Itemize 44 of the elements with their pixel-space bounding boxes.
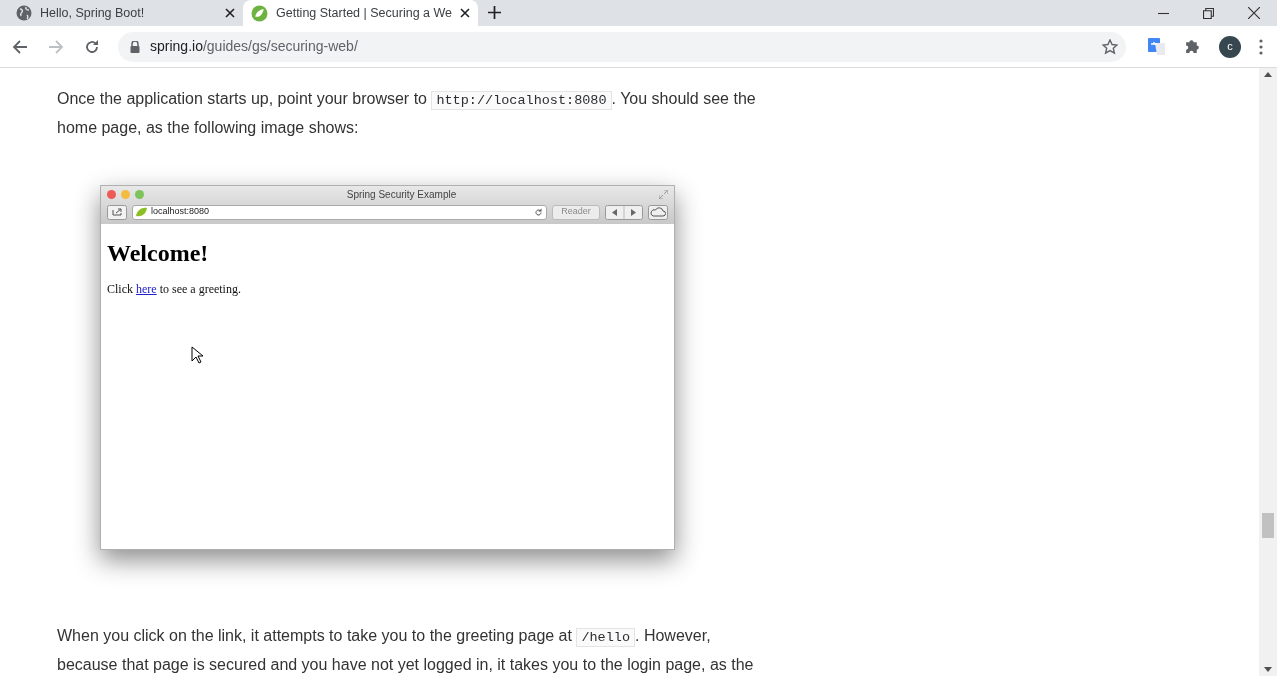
paragraph-text: home page, as the following image shows: bbox=[57, 119, 359, 136]
translate-icon[interactable] bbox=[1148, 37, 1166, 56]
greeting-text: Click bbox=[107, 282, 134, 296]
back-forward-icon[interactable] bbox=[605, 204, 643, 220]
close-icon[interactable] bbox=[225, 8, 235, 18]
paragraph-text: . You should see the bbox=[611, 90, 756, 107]
scroll-down-icon[interactable] bbox=[1264, 667, 1272, 672]
cloud-icon[interactable] bbox=[648, 204, 668, 220]
back-icon[interactable] bbox=[12, 38, 28, 55]
cursor-icon bbox=[191, 346, 203, 364]
restore-icon[interactable] bbox=[1203, 7, 1214, 19]
close-window-icon[interactable] bbox=[1248, 7, 1260, 19]
browser-tab[interactable]: Getting Started | Securing a We bbox=[243, 0, 478, 26]
inline-code: /hello bbox=[576, 628, 635, 647]
scroll-thumb[interactable] bbox=[1262, 513, 1274, 538]
paragraph-text: because that page is secured and you have not yet logged in, it takes you to the login page, as the bbox=[57, 656, 754, 673]
paragraph-text: Once the application starts up, point your browser to bbox=[57, 90, 428, 107]
address-bar[interactable]: spring.io/guides/gs/securing-web/ bbox=[118, 31, 1126, 62]
globe-icon bbox=[16, 5, 32, 21]
star-icon[interactable] bbox=[1102, 38, 1118, 55]
inline-code: http://localhost:8080 bbox=[431, 91, 612, 110]
greeting-text: to see a greeting. bbox=[158, 282, 241, 296]
url-text: spring.io/guides/gs/securing-web/ bbox=[150, 37, 359, 56]
close-icon[interactable] bbox=[460, 8, 470, 18]
new-tab-icon[interactable] bbox=[488, 6, 501, 19]
reload-icon[interactable] bbox=[534, 207, 543, 217]
paragraph-text: . However, bbox=[635, 627, 711, 644]
reload-icon[interactable] bbox=[84, 38, 100, 55]
paragraph-text: When you click on the link, it attempts to take you to the greeting page at bbox=[57, 627, 573, 644]
share-icon[interactable] bbox=[107, 204, 127, 220]
leaf-icon bbox=[136, 207, 147, 217]
puzzle-icon[interactable] bbox=[1184, 38, 1201, 55]
window-address-bar[interactable]: localhost:8080 bbox=[132, 204, 547, 220]
tab-title: Hello, Spring Boot! bbox=[40, 4, 146, 22]
scroll-up-icon[interactable] bbox=[1264, 72, 1272, 77]
tab-title: Getting Started | Securing a We bbox=[276, 4, 452, 22]
window-url: localhost:8080 bbox=[151, 205, 211, 219]
menu-icon[interactable] bbox=[1259, 38, 1263, 55]
window-title: Spring Security Example bbox=[345, 187, 458, 202]
here-link[interactable]: here bbox=[136, 282, 157, 296]
profile-avatar[interactable]: c bbox=[1219, 35, 1241, 58]
page-heading: Welcome! bbox=[107, 239, 210, 268]
leaf-icon bbox=[251, 4, 268, 22]
lock-icon bbox=[130, 40, 140, 53]
